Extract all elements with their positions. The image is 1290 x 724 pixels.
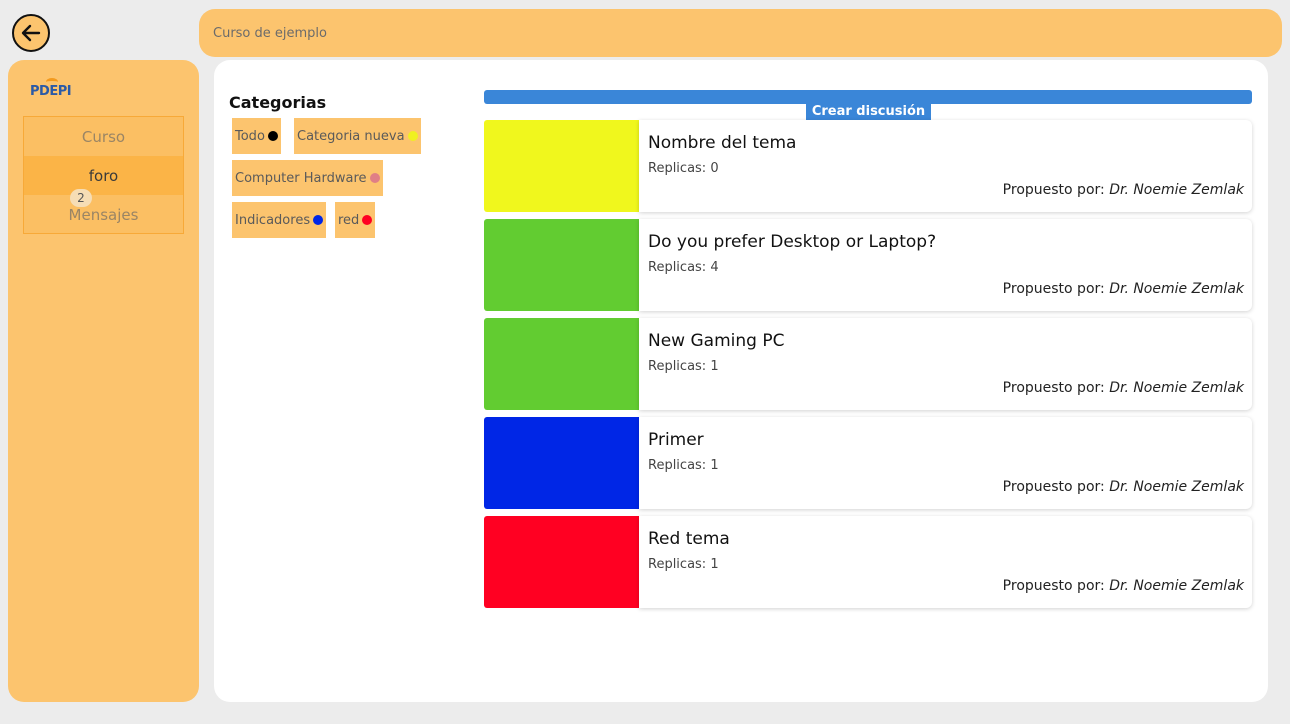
sidebar-item-label: foro [88,166,119,185]
topic-body: Primer Replicas: 1 Propuesto por: Dr. No… [639,417,1252,509]
topic-card[interactable]: Do you prefer Desktop or Laptop? Replica… [484,219,1252,311]
topic-author: Propuesto por: Dr. Noemie Zemlak [1003,380,1244,396]
topic-card[interactable]: Primer Replicas: 1 Propuesto por: Dr. No… [484,417,1252,509]
topic-author: Propuesto por: Dr. Noemie Zemlak [1003,182,1244,198]
topic-title[interactable]: Do you prefer Desktop or Laptop? [648,232,936,252]
topic-body: Nombre del tema Replicas: 0 Propuesto po… [639,120,1252,212]
topic-replies: Replicas: 4 [648,260,719,275]
category-label: Computer Hardware [235,170,367,186]
category-color-dot [362,215,373,225]
topic-title[interactable]: Primer [648,430,704,450]
topic-author: Propuesto por: Dr. Noemie Zemlak [1003,479,1244,495]
author-prefix: Propuesto por: [1002,182,1105,198]
topic-card[interactable]: Red tema Replicas: 1 Propuesto por: Dr. … [484,516,1252,608]
logo: PDEPI [30,78,72,99]
arrow-left-icon [21,24,41,42]
author-name: Dr. Noemie Zemlak [1109,182,1244,198]
topic-color-block [484,516,639,608]
author-prefix: Propuesto por: [1002,479,1105,495]
sidebar-item-foro[interactable]: foro [24,156,183,195]
category-label: Indicadores [235,212,311,228]
topic-title[interactable]: Red tema [648,529,730,549]
category-color-dot [369,173,380,183]
sidebar-item-mensajes[interactable]: 2 Mensajes [24,189,183,234]
forum-panel: Categorias Todo Categoria nueva Computer… [214,60,1268,702]
author-name: Dr. Noemie Zemlak [1109,578,1244,594]
author-name: Dr. Noemie Zemlak [1109,479,1244,495]
topic-title[interactable]: New Gaming PC [648,331,784,351]
logo-text: PDEPI [30,84,72,99]
category-label: Todo [235,128,265,144]
author-prefix: Propuesto por: [1002,281,1105,297]
back-button[interactable] [12,14,50,52]
author-name: Dr. Noemie Zemlak [1109,281,1244,297]
topic-body: Do you prefer Desktop or Laptop? Replica… [639,219,1252,311]
author-prefix: Propuesto por: [1002,380,1105,396]
sidebar-item-curso[interactable]: Curso [24,117,183,156]
topic-replies: Replicas: 1 [648,557,719,572]
sidebar-item-label: Mensajes [68,205,139,224]
course-header: Curso de ejemplo [199,9,1282,57]
topic-body: New Gaming PC Replicas: 1 Propuesto por:… [639,318,1252,410]
category-label: red [338,212,360,228]
topic-title[interactable]: Nombre del tema [648,133,796,153]
category-categoria-nueva[interactable]: Categoria nueva [294,118,421,154]
category-todo[interactable]: Todo [232,118,281,154]
topic-card[interactable]: New Gaming PC Replicas: 1 Propuesto por:… [484,318,1252,410]
categories-title: Categorias [229,93,327,112]
category-label: Categoria nueva [297,128,405,144]
category-color-dot [407,131,418,141]
topic-color-block [484,318,639,410]
topic-author: Propuesto por: Dr. Noemie Zemlak [1003,578,1244,594]
category-indicadores[interactable]: Indicadores [232,202,327,238]
topic-replies: Replicas: 1 [648,458,719,473]
category-computer-hardware[interactable]: Computer Hardware [232,160,383,196]
topic-color-block [484,219,639,311]
course-title: Curso de ejemplo [213,25,327,41]
topic-card[interactable]: Nombre del tema Replicas: 0 Propuesto po… [484,120,1252,212]
author-name: Dr. Noemie Zemlak [1109,380,1244,396]
sidebar: PDEPI Curso foro 2 Mensajes [8,60,199,702]
author-prefix: Propuesto por: [1002,578,1105,594]
topic-color-block [484,120,639,212]
category-red[interactable]: red [335,202,376,238]
topic-author: Propuesto por: Dr. Noemie Zemlak [1003,281,1244,297]
logo-arc-icon [46,78,58,86]
topic-replies: Replicas: 0 [648,161,719,176]
topic-color-block [484,417,639,509]
unread-badge: 2 [70,189,92,207]
category-color-dot [267,131,278,141]
sidebar-item-label: Curso [81,127,126,146]
topic-body: Red tema Replicas: 1 Propuesto por: Dr. … [639,516,1252,608]
sidebar-menu: Curso foro 2 Mensajes [23,116,184,234]
topic-replies: Replicas: 1 [648,359,719,374]
category-color-dot [313,215,324,225]
